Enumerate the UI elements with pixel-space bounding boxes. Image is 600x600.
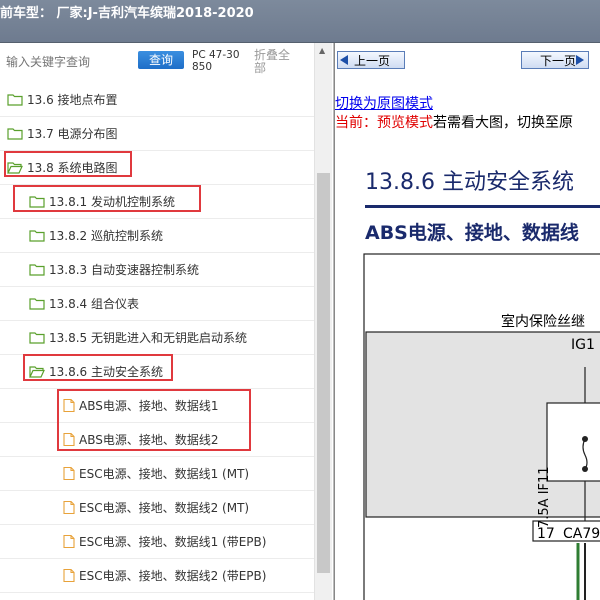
tree-node-label: 13.8.3 自动变速器控制系统	[49, 263, 199, 277]
folder-open-icon	[7, 162, 23, 174]
query-button[interactable]: 查询	[138, 51, 184, 69]
search-toolbar: 查询 PC 47-30850 折叠全部	[0, 43, 314, 83]
tree-node-label: 13.8 系统电路图	[27, 161, 118, 175]
folder-icon	[29, 332, 45, 344]
folder-icon	[29, 230, 45, 242]
switch-original-link[interactable]: 切换为原图模式	[335, 93, 433, 113]
pin-number: 17	[537, 526, 555, 542]
search-input[interactable]	[4, 51, 134, 73]
document-icon	[63, 433, 75, 446]
folder-icon	[7, 128, 23, 140]
doc-title: 13.8.6 主动安全系统	[365, 170, 574, 195]
arrow-right-icon	[576, 55, 584, 65]
next-page-label: 下一页	[540, 54, 577, 68]
doc-title-rule	[365, 205, 600, 208]
fuse-rating-label: 7.5A IF11	[537, 466, 552, 528]
tree-node-13-8[interactable]: 13.8 系统电路图	[0, 151, 314, 185]
tree-doc-esc-mt-1[interactable]: ESC电源、接地、数据线1 (MT)	[0, 457, 314, 491]
mode-hint: 若需看大图，切换至原	[433, 115, 573, 131]
mode-status: 当前：预览模式若需看大图，切换至原	[335, 112, 573, 132]
tree-node-label: ESC电源、接地、数据线1 (带EPB)	[79, 535, 267, 549]
document-icon	[63, 399, 75, 412]
left-panel: 查询 PC 47-30850 折叠全部 13.6 接地点布置 13.7 电源分布…	[0, 43, 334, 600]
prev-page-button[interactable]: 上一页	[337, 51, 405, 69]
scroll-thumb[interactable]	[317, 173, 330, 573]
part-code: PC 47-30850	[192, 49, 240, 73]
tree-node-13-8-6[interactable]: 13.8.6 主动安全系统	[0, 355, 314, 389]
folder-icon	[29, 298, 45, 310]
tree-doc-abs-2[interactable]: ABS电源、接地、数据线2	[0, 423, 314, 457]
tree-doc-abs-1[interactable]: ABS电源、接地、数据线1	[0, 389, 314, 423]
tree-node-label: 13.8.1 发动机控制系统	[49, 195, 175, 209]
catalog-tree: 13.6 接地点布置 13.7 电源分布图 13.8 系统电路图 13.8.1 …	[0, 83, 314, 600]
tree-scrollbar[interactable]: ▲	[314, 43, 332, 600]
ig1-label: IG1	[571, 337, 595, 353]
tree-node-label: ESC电源、接地、数据线1 (MT)	[79, 467, 250, 481]
document-icon	[63, 569, 75, 582]
tree-node-13-8-1[interactable]: 13.8.1 发动机控制系统	[0, 185, 314, 219]
connector-label: CA79	[563, 526, 600, 542]
document-icon	[63, 467, 75, 480]
tree-doc-esc-mt-2[interactable]: ESC电源、接地、数据线2 (MT)	[0, 491, 314, 525]
title-bar: 前车型： 厂家:J-吉利汽车缤瑞2018-2020	[0, 0, 600, 43]
tree-node-13-8-3[interactable]: 13.8.3 自动变速器控制系统	[0, 253, 314, 287]
doc-subtitle: ABS电源、接地、数据线	[365, 222, 579, 244]
tree-node-label: 13.8.2 巡航控制系统	[49, 229, 163, 243]
document-icon	[63, 535, 75, 548]
folder-open-icon	[29, 366, 45, 378]
document-icon	[63, 501, 75, 514]
tree-node-label: ABS电源、接地、数据线1	[79, 399, 219, 413]
arrow-left-icon	[340, 55, 348, 65]
vehicle-title: 前车型： 厂家:J-吉利汽车缤瑞2018-2020	[0, 6, 254, 21]
tree-node-label: 13.7 电源分布图	[27, 127, 118, 141]
wiring-diagram[interactable]	[363, 253, 600, 600]
tree-node-label: 13.8.5 无钥匙进入和无钥匙启动系统	[49, 331, 247, 345]
folder-icon	[29, 264, 45, 276]
tree-doc-esc-epb-1[interactable]: ESC电源、接地、数据线1 (带EPB)	[0, 525, 314, 559]
tree-node-13-8-4[interactable]: 13.8.4 组合仪表	[0, 287, 314, 321]
document-viewer: 上一页 下一页 切换为原图模式 当前：预览模式若需看大图，切换至原 13.8.6…	[334, 43, 600, 600]
prev-page-label: 上一页	[354, 54, 391, 68]
tree-node-label: ESC电源、接地、数据线2 (MT)	[79, 501, 250, 515]
tree-doc-esc-epb-2[interactable]: ESC电源、接地、数据线2 (带EPB)	[0, 559, 314, 593]
tree-node-13-8-5[interactable]: 13.8.5 无钥匙进入和无钥匙启动系统	[0, 321, 314, 355]
folder-icon	[7, 94, 23, 106]
fuse-box-label: 室内保险丝继	[501, 314, 585, 330]
tree-node-13-7[interactable]: 13.7 电源分布图	[0, 117, 314, 151]
tree-node-13-8-2[interactable]: 13.8.2 巡航控制系统	[0, 219, 314, 253]
folder-icon	[29, 196, 45, 208]
page-nav: 上一页 下一页	[335, 43, 600, 79]
collapse-all-button[interactable]: 折叠全部	[254, 49, 300, 75]
next-page-button[interactable]: 下一页	[521, 51, 589, 69]
tree-node-label: 13.8.6 主动安全系统	[49, 365, 163, 379]
tree-node-label: 13.8.4 组合仪表	[49, 297, 139, 311]
scroll-up-arrow-icon[interactable]: ▲	[319, 46, 325, 55]
tree-node-label: ABS电源、接地、数据线2	[79, 433, 219, 447]
tree-node-13-6[interactable]: 13.6 接地点布置	[0, 83, 314, 117]
mode-prefix: 当前：预览模式	[335, 115, 433, 131]
tree-node-label: 13.6 接地点布置	[27, 93, 118, 107]
tree-node-label: ESC电源、接地、数据线2 (带EPB)	[79, 569, 267, 583]
